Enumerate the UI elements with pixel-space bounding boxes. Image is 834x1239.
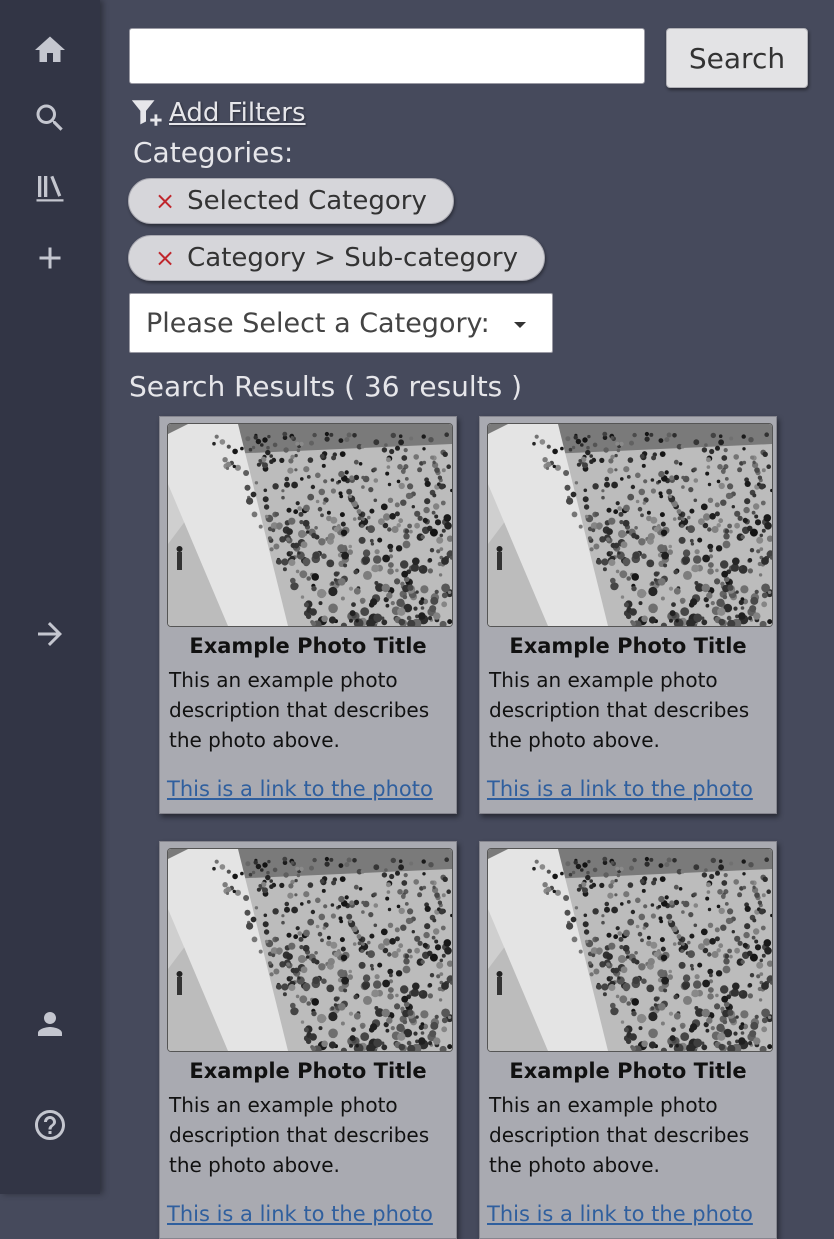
filter-add-icon — [131, 100, 162, 126]
library-icon[interactable] — [30, 168, 70, 208]
add-filters: Add Filters — [129, 95, 306, 131]
search-icon[interactable] — [30, 98, 70, 138]
photo-link[interactable]: This is a link to the photo — [487, 777, 753, 801]
remove-icon[interactable]: × — [155, 244, 175, 272]
photo-thumbnail[interactable] — [167, 423, 453, 627]
crowd-photo-image — [168, 424, 452, 626]
card-description: This an example photo description that d… — [489, 668, 750, 752]
home-icon[interactable] — [30, 30, 70, 70]
sidebar — [0, 0, 100, 1194]
add-icon[interactable] — [30, 238, 70, 278]
remove-icon[interactable]: × — [155, 187, 175, 215]
card-description: This an example photo description that d… — [169, 1093, 430, 1177]
help-icon[interactable] — [30, 1105, 70, 1145]
photo-link[interactable]: This is a link to the photo — [167, 777, 433, 801]
category-select-value: Please Select a Category: — [146, 307, 490, 339]
photo-thumbnail[interactable] — [487, 848, 773, 1052]
photo-thumbnail[interactable] — [167, 848, 453, 1052]
card-title: Example Photo Title — [189, 1059, 427, 1083]
results-title: Search Results ( 36 results ) — [129, 370, 523, 403]
user-icon[interactable] — [30, 1004, 70, 1044]
chip-label: Selected Category — [187, 186, 427, 216]
result-card: Example Photo Title This an example phot… — [159, 416, 457, 814]
card-title: Example Photo Title — [189, 634, 427, 658]
card-title: Example Photo Title — [509, 634, 747, 658]
result-card: Example Photo Title This an example phot… — [479, 841, 777, 1239]
card-description: This an example photo description that d… — [489, 1093, 750, 1177]
photo-link[interactable]: This is a link to the photo — [167, 1202, 433, 1226]
card-title: Example Photo Title — [509, 1059, 747, 1083]
photo-link[interactable]: This is a link to the photo — [487, 1202, 753, 1226]
add-filters-link[interactable]: Add Filters — [169, 98, 306, 128]
search-button[interactable]: Search — [666, 28, 808, 88]
category-chip: × Selected Category — [128, 178, 454, 224]
main-content: Search Add Filters Categories: × Selecte… — [100, 0, 834, 1239]
photo-thumbnail[interactable] — [487, 423, 773, 627]
category-select[interactable]: Please Select a Category: — [129, 293, 553, 353]
arrow-right-icon[interactable] — [30, 614, 70, 654]
crowd-photo-image — [168, 849, 452, 1051]
categories-label: Categories: — [133, 136, 294, 169]
category-chip: × Category > Sub-category — [128, 235, 545, 281]
caret-down-icon — [514, 322, 526, 328]
card-description: This an example photo description that d… — [169, 668, 430, 752]
crowd-photo-image — [488, 849, 772, 1051]
crowd-photo-image — [488, 424, 772, 626]
result-card: Example Photo Title This an example phot… — [159, 841, 457, 1239]
chip-label: Category > Sub-category — [187, 243, 518, 273]
search-input[interactable] — [129, 28, 645, 84]
result-card: Example Photo Title This an example phot… — [479, 416, 777, 814]
